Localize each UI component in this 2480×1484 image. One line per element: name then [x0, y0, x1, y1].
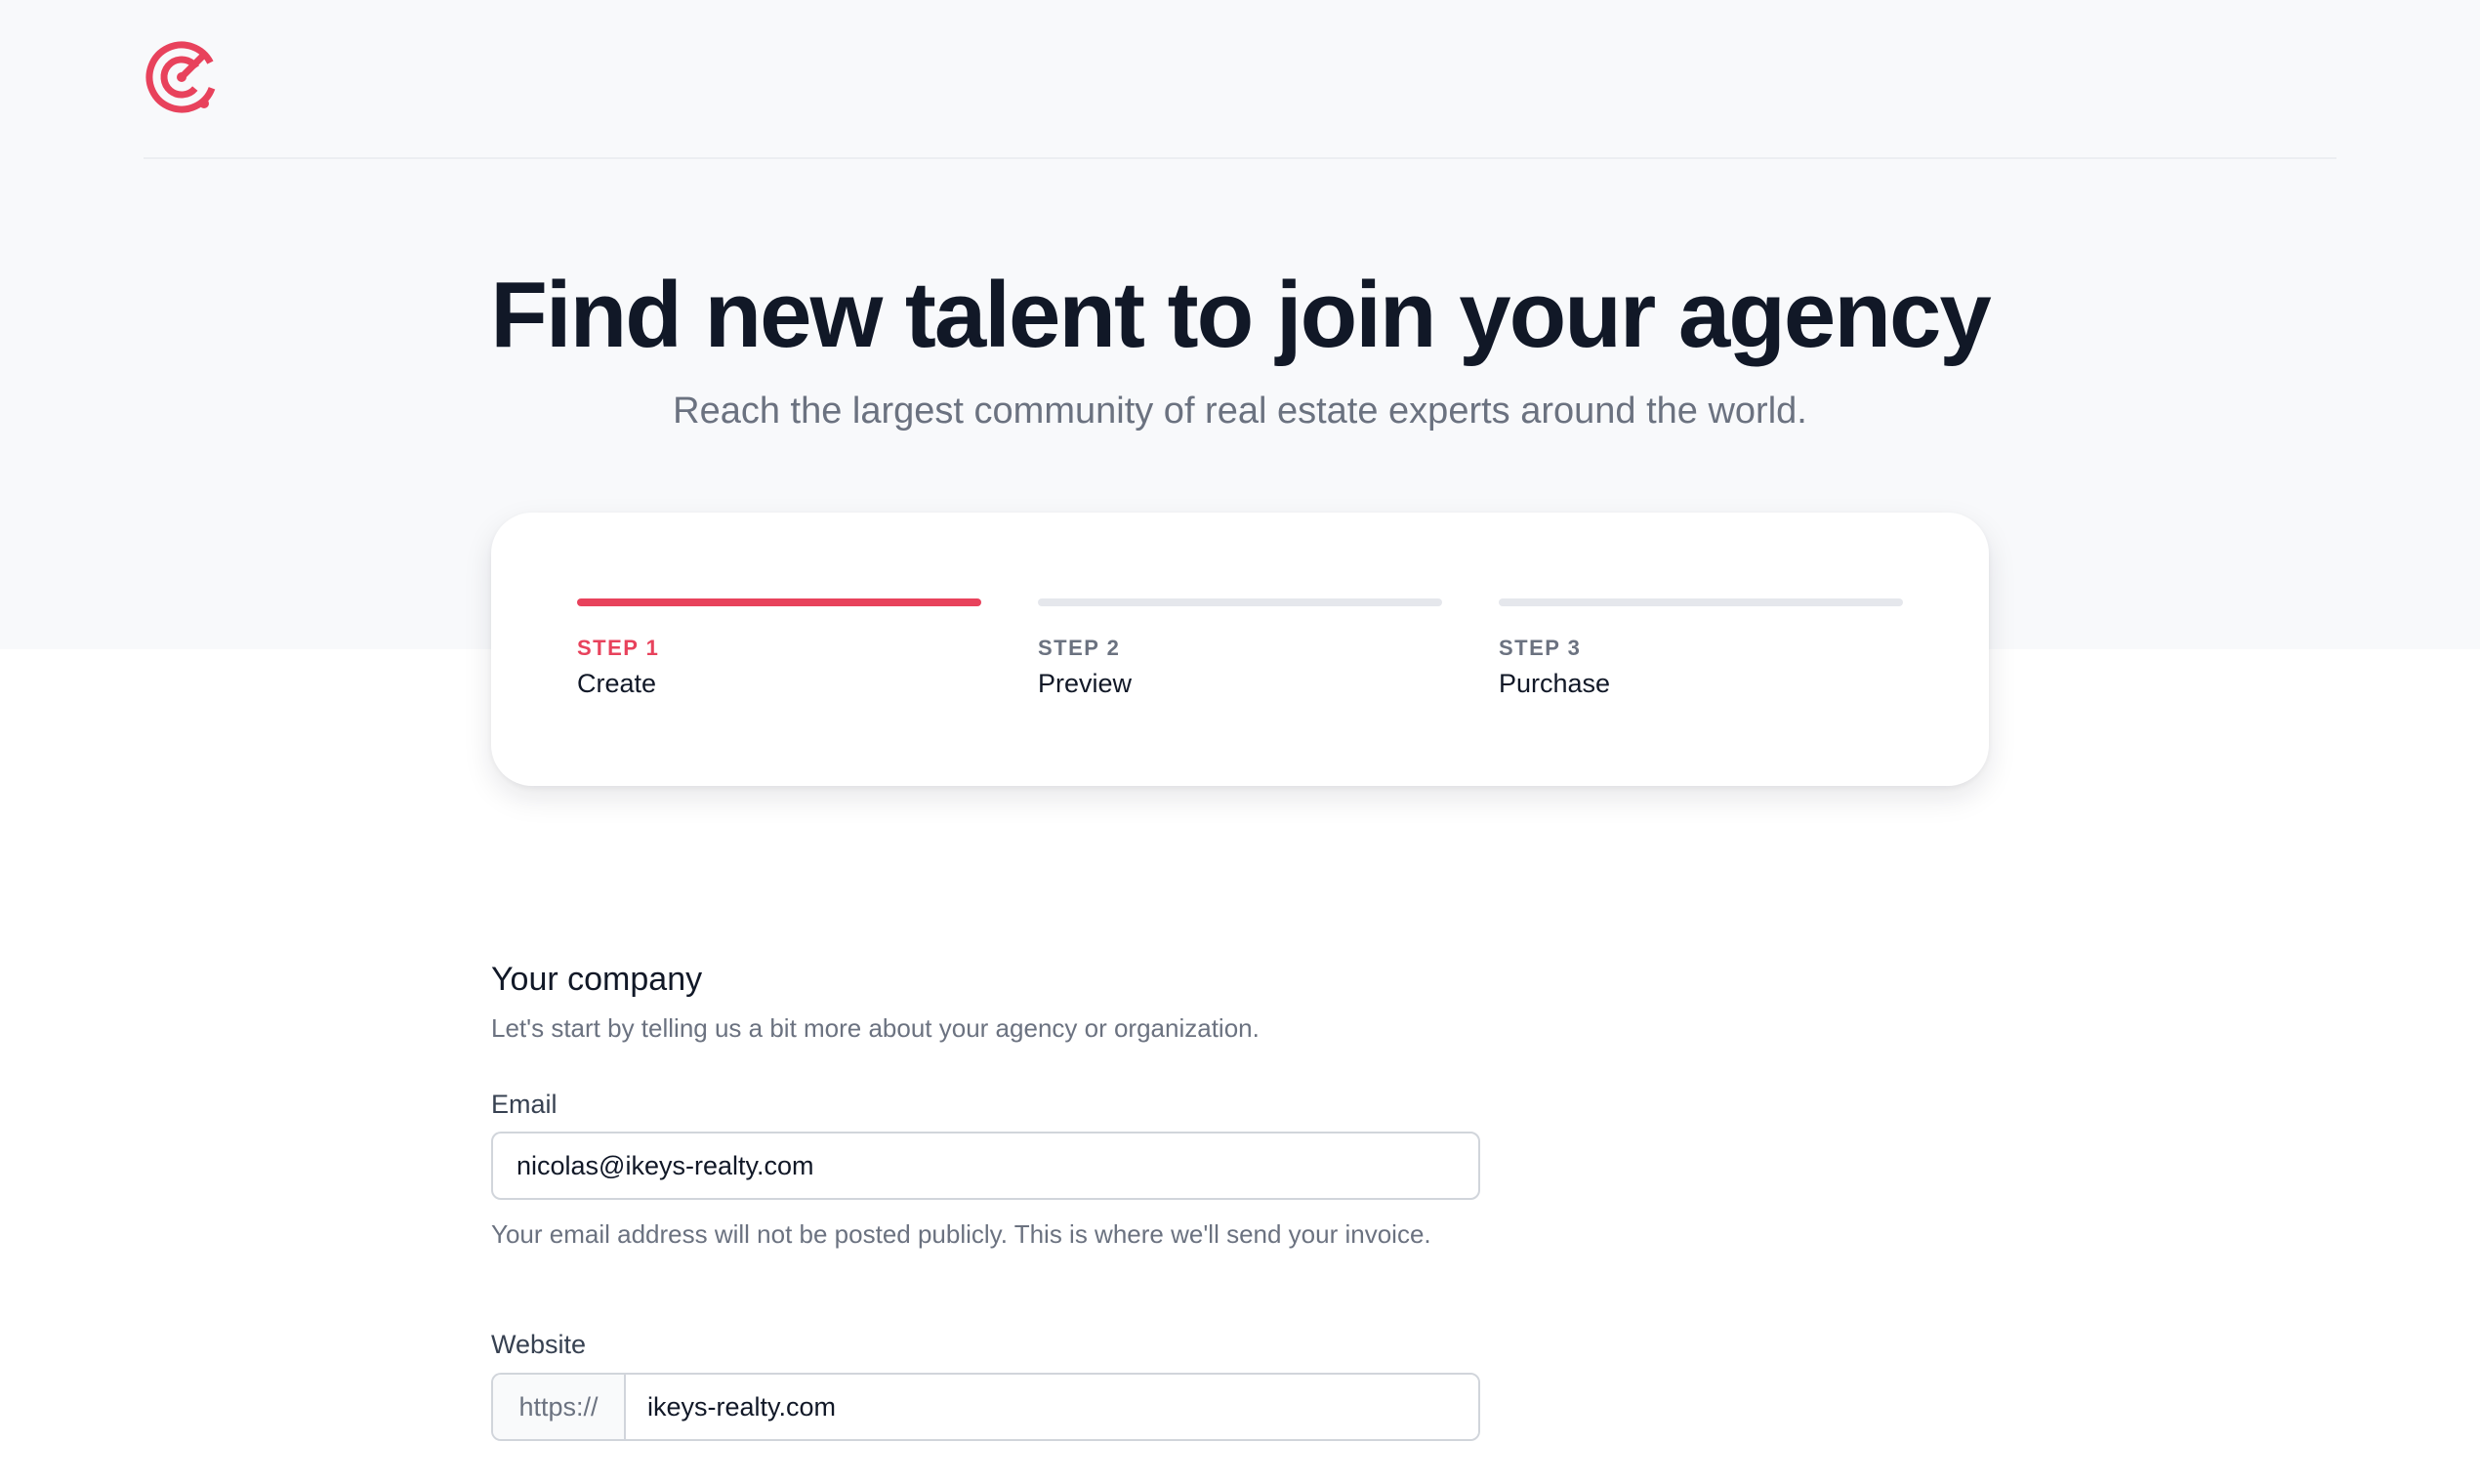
step-number: STEP 1: [577, 636, 660, 660]
step-number: STEP 3: [1499, 636, 1582, 660]
step-progress-bar: [577, 598, 981, 606]
step-label: Purchase: [1499, 669, 1611, 698]
top-navigation: [144, 0, 2336, 159]
email-label: Email: [491, 1090, 558, 1119]
step-create[interactable]: STEP 1 Create: [577, 598, 981, 699]
step-label: Preview: [1038, 669, 1133, 698]
url-prefix: https://: [493, 1375, 626, 1439]
step-progress-bar: [1038, 598, 1442, 606]
step-preview[interactable]: STEP 2 Preview: [1038, 598, 1442, 699]
page-title: Find new talent to join your agency: [490, 263, 1991, 367]
logo-link[interactable]: [144, 39, 220, 115]
email-field[interactable]: [491, 1132, 1480, 1200]
email-help-text: Your email address will not be posted pu…: [491, 1219, 1431, 1249]
step-purchase[interactable]: STEP 3 Purchase: [1499, 598, 1903, 699]
step-label: Create: [577, 669, 657, 698]
section-title: Your company: [491, 961, 703, 998]
website-input-group: https://: [491, 1373, 1480, 1441]
target-icon: [145, 41, 218, 113]
steps-progress-card: STEP 1 Create STEP 2 Preview STEP 3 Purc…: [491, 513, 1989, 786]
website-field[interactable]: [626, 1375, 1478, 1439]
step-number: STEP 2: [1038, 636, 1121, 660]
section-description: Let's start by telling us a bit more abo…: [491, 1013, 1260, 1043]
step-progress-bar: [1499, 598, 1903, 606]
page-subtitle: Reach the largest community of real esta…: [673, 391, 1807, 432]
website-label: Website: [491, 1330, 587, 1359]
